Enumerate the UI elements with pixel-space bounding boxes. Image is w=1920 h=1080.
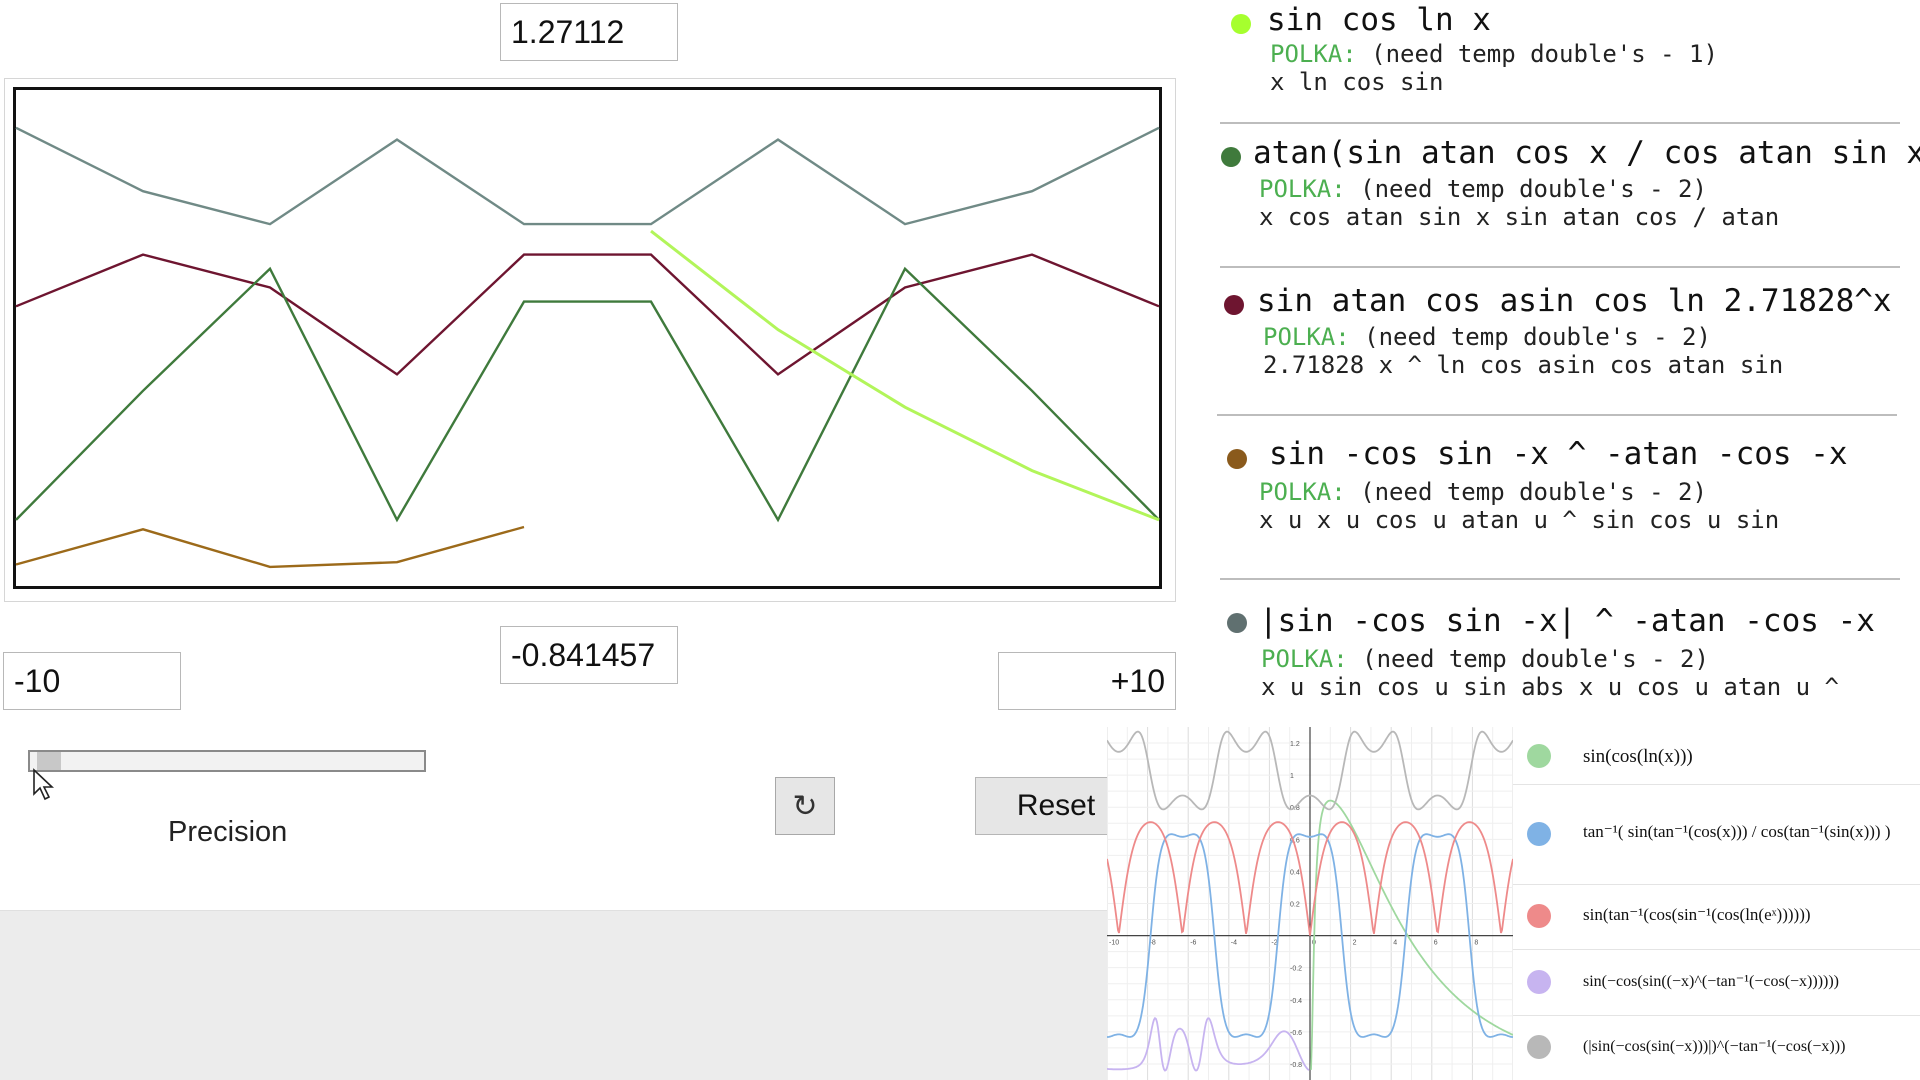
function-item[interactable]: sin cos ln x POLKA: (need temp double's … [1267,2,1718,96]
x-tick-label: 2 [1353,940,1357,947]
legend-row[interactable]: sin(cos(ln(x))) [1513,727,1920,785]
x-min-field[interactable]: -10 [3,652,181,710]
legend-formula: sin(−cos(sin((−x)^(−tan⁻¹(−cos(−x)))))) [1583,973,1840,990]
legend-formula: sin(cos(ln(x))) [1583,746,1693,767]
legend-row[interactable]: sin(tan⁻¹(cos(sin⁻¹(cos(ln(eˣ)))))) [1513,884,1920,950]
polka-keyword: POLKA: [1261,645,1348,673]
function-title: atan(sin atan cos x / cos atan sin x) [1253,135,1920,171]
x-tick-label: -4 [1231,940,1237,947]
y-tick-label: 1 [1290,773,1294,780]
separator [1220,578,1900,580]
legend-row[interactable]: (|sin(−cos(sin(−x)))|)^(−tan⁻¹(−cos(−x))… [1513,1015,1920,1080]
plot-series-line [15,525,525,569]
geogebra-legend: sin(cos(ln(x))) tan⁻¹( sin(tan⁻¹(cos(x))… [1513,727,1920,1080]
y-tick-label: -0.6 [1290,1030,1302,1037]
legend-formula: sin(tan⁻¹(cos(sin⁻¹(cos(ln(eˣ)))))) [1583,905,1811,924]
y-min-field[interactable]: -0.841457 [500,626,678,684]
polka-note: (need temp double's - 2) [1347,645,1709,673]
geogebra-graph[interactable]: -10-8-6-4-202468101.210.80.60.40.2-0.2-0… [1107,727,1513,1080]
legend-color-dot [1527,904,1551,928]
plot-series-line [15,126,1160,226]
y-tick-label: -0.4 [1290,998,1302,1005]
function-item[interactable]: atan(sin atan cos x / cos atan sin x) PO… [1253,135,1920,231]
polka-keyword: POLKA: [1270,40,1357,68]
function-item[interactable]: |sin -cos sin -x| ^ -atan -cos -x POLKA:… [1259,603,1875,701]
polka-note: (need temp double's - 1) [1356,40,1718,68]
polka-note: (need temp double's - 2) [1345,175,1707,203]
x-tick-label: -10 [1109,940,1119,947]
function-polka: POLKA: (need temp double's - 2) [1259,478,1848,506]
polka-note: (need temp double's - 2) [1349,323,1711,351]
y-tick-label: 0.4 [1290,869,1300,876]
y-max-field[interactable]: 1.27112 [500,3,678,61]
y-tick-label: -0.8 [1290,1062,1302,1069]
function-polka: POLKA: (need temp double's - 1) [1267,40,1718,68]
y-tick-label: 1.2 [1290,741,1300,748]
function-item[interactable]: sin -cos sin -x ^ -atan -cos -x POLKA: (… [1259,436,1848,534]
function-title: |sin -cos sin -x| ^ -atan -cos -x [1259,603,1875,639]
function-rpn: x u sin cos u sin abs x u cos u atan u ^ [1261,673,1839,701]
legend-formula: (|sin(−cos(sin(−x)))|)^(−tan⁻¹(−cos(−x))… [1583,1038,1846,1055]
legend-color-dot [1527,1035,1551,1059]
function-rpn: x u x u cos u atan u ^ sin cos u sin [1259,506,1780,534]
function-color-dot [1221,147,1241,167]
polka-keyword: POLKA: [1263,323,1350,351]
refresh-button[interactable]: ↻ [775,777,835,835]
precision-label: Precision [168,816,288,848]
x-tick-label: 4 [1393,940,1397,947]
function-color-dot [1227,449,1247,469]
plot-series-line [15,266,1160,523]
legend-color-dot [1527,822,1551,846]
y-tick-label: -0.2 [1290,966,1302,973]
x-tick-label: 6 [1434,940,1438,947]
polka-note: (need temp double's - 2) [1345,478,1707,506]
function-rpn: x ln cos sin [1270,68,1444,96]
geogebra-overlay: -10-8-6-4-202468101.210.80.60.40.2-0.2-0… [1107,727,1920,1080]
legend-color-dot [1527,970,1551,994]
reset-button[interactable]: Reset [975,777,1115,835]
legend-row[interactable]: sin(−cos(sin((−x)^(−tan⁻¹(−cos(−x)))))) [1513,949,1920,1016]
legend-row[interactable]: tan⁻¹( sin(tan⁻¹(cos(x))) / cos(tan⁻¹(si… [1513,784,1920,885]
y-tick-label: 0.2 [1290,902,1300,909]
separator [1220,266,1900,268]
x-tick-label: 8 [1474,940,1478,947]
function-color-dot [1231,14,1251,34]
plot-series-line [15,253,1160,376]
legend-color-dot [1527,744,1551,768]
precision-slider[interactable] [28,750,426,772]
separator [1220,122,1900,124]
plot-chart [15,126,1160,569]
function-title: sin -cos sin -x ^ -atan -cos -x [1269,436,1848,472]
legend-formula: tan⁻¹( sin(tan⁻¹(cos(x))) / cos(tan⁻¹(si… [1583,822,1891,841]
polka-keyword: POLKA: [1259,478,1346,506]
function-color-dot [1227,613,1247,633]
function-color-dot [1224,295,1244,315]
polka-keyword: POLKA: [1259,175,1346,203]
x-tick-label: -6 [1190,940,1196,947]
mouse-pointer-icon [33,768,55,801]
function-polka: POLKA: (need temp double's - 2) [1253,175,1920,203]
refresh-icon: ↻ [792,788,818,824]
separator [1217,414,1897,416]
function-item[interactable]: sin atan cos asin cos ln 2.71828^x POLKA… [1257,283,1892,379]
x-max-field[interactable]: +10 [998,652,1176,710]
function-rpn: x cos atan sin x sin atan cos / atan [1259,203,1780,231]
functions-panel: sin cos ln x POLKA: (need temp double's … [1195,0,1920,730]
function-polka: POLKA: (need temp double's - 2) [1257,323,1892,351]
app-bottom-area [0,910,1110,1080]
function-title: sin cos ln x [1267,2,1491,38]
function-polka: POLKA: (need temp double's - 2) [1259,645,1875,673]
function-title: sin atan cos asin cos ln 2.71828^x [1257,283,1892,319]
function-rpn: 2.71828 x ^ ln cos asin cos atan sin [1263,351,1784,379]
